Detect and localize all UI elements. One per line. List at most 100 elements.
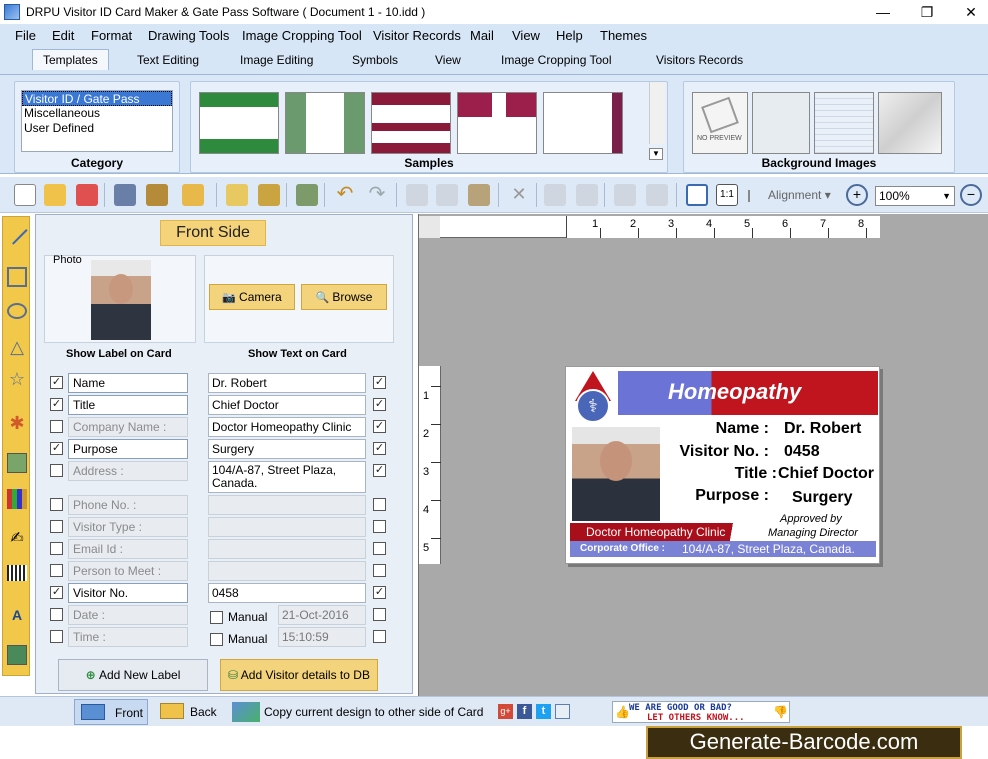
show-text-address-checkbox[interactable]: ✓ (373, 464, 386, 477)
restore-button[interactable]: ❐ (904, 0, 950, 24)
show-text-email-id-checkbox[interactable] (373, 542, 386, 555)
tab-symbols[interactable]: Symbols (352, 53, 398, 67)
show-text-company-name-checkbox[interactable]: ✓ (373, 420, 386, 433)
close-doc-icon[interactable] (76, 184, 98, 206)
show-text-phone-no-checkbox[interactable] (373, 498, 386, 511)
menu-drawing-tools[interactable]: Drawing Tools (148, 28, 229, 43)
value-phone-no-input[interactable] (208, 495, 366, 515)
show-text-visitor-no-checkbox[interactable]: ✓ (373, 586, 386, 599)
twitter-icon[interactable]: t (536, 704, 551, 719)
category-list[interactable]: Visitor ID / Gate Pass Miscellaneous Use… (21, 90, 173, 152)
open-icon[interactable] (44, 184, 66, 206)
save-as-icon[interactable] (146, 184, 168, 206)
label-time[interactable]: Time : (68, 627, 188, 647)
triangle-tool-icon[interactable]: △ (7, 337, 27, 357)
send-back-icon[interactable] (576, 184, 598, 206)
lock-icon[interactable] (614, 184, 636, 206)
feedback-banner[interactable]: 👍 WE ARE GOOD OR BAD? LET OTHERS KNOW...… (612, 701, 790, 723)
label-title[interactable]: Title (68, 395, 188, 415)
value-time-input[interactable]: 15:10:59 (278, 627, 366, 647)
tab-image-editing[interactable]: Image Editing (240, 53, 313, 67)
value-visitor-type-input[interactable] (208, 517, 366, 537)
value-person-to-meet-input[interactable] (208, 561, 366, 581)
id-card-preview[interactable]: ⚕ Homeopathy Name : Dr. Robert Visitor N… (565, 366, 880, 564)
label-purpose[interactable]: Purpose (68, 439, 188, 459)
print-icon[interactable] (296, 184, 318, 206)
sample-template[interactable] (371, 92, 451, 154)
new-icon[interactable] (14, 184, 36, 206)
label-company-name[interactable]: Company Name : (68, 417, 188, 437)
delete-icon[interactable]: ✕ (508, 184, 530, 206)
visitor-photo[interactable] (91, 260, 151, 340)
label-visitor-type[interactable]: Visitor Type : (68, 517, 188, 537)
image-icon[interactable] (258, 184, 280, 206)
text-tool-icon[interactable]: A (7, 605, 27, 625)
show-text-person-to-meet-checkbox[interactable] (373, 564, 386, 577)
background-no-preview[interactable]: NO PREVIEW (692, 92, 748, 154)
label-name[interactable]: Name (68, 373, 188, 393)
sample-template[interactable] (199, 92, 279, 154)
picture-tool-icon[interactable] (7, 453, 27, 473)
back-button[interactable]: Back (156, 699, 222, 725)
tab-image-cropping[interactable]: Image Cropping Tool (501, 53, 612, 67)
show-label-person-to-meet-checkbox[interactable] (50, 564, 63, 577)
edit-icon[interactable] (226, 184, 248, 206)
menu-format[interactable]: Format (91, 28, 132, 43)
tab-text-editing[interactable]: Text Editing (137, 53, 199, 67)
show-text-date-checkbox[interactable] (373, 608, 386, 621)
menu-edit[interactable]: Edit (52, 28, 74, 43)
copy-design-button[interactable]: Copy current design to other side of Car… (230, 699, 490, 725)
export-icon[interactable] (182, 184, 204, 206)
show-label-time-checkbox[interactable] (50, 630, 63, 643)
signature-tool-icon[interactable]: ✍ (7, 529, 27, 549)
copy-icon[interactable] (436, 184, 458, 206)
category-item[interactable]: Visitor ID / Gate Pass (22, 91, 172, 106)
sample-template[interactable] (543, 92, 623, 154)
label-email-id[interactable]: Email Id : (68, 539, 188, 559)
value-date-input[interactable]: 21-Oct-2016 (278, 605, 366, 625)
value-visitor-no-input[interactable]: 0458 (208, 583, 366, 603)
google-plus-icon[interactable]: g+ (498, 704, 513, 719)
paste-icon[interactable] (468, 184, 490, 206)
show-label-company-name-checkbox[interactable] (50, 420, 63, 433)
zoom-in-icon[interactable]: + (846, 184, 868, 206)
show-text-purpose-checkbox[interactable]: ✓ (373, 442, 386, 455)
library-tool-icon[interactable] (7, 489, 27, 509)
background-image[interactable] (752, 92, 810, 154)
tab-view[interactable]: View (435, 53, 461, 67)
value-email-id-input[interactable] (208, 539, 366, 559)
save-icon[interactable] (114, 184, 136, 206)
value-title-input[interactable]: Chief Doctor (208, 395, 366, 415)
browse-button[interactable]: 🔍 Browse (301, 284, 387, 310)
label-phone-no[interactable]: Phone No. : (68, 495, 188, 515)
front-button[interactable]: Front (74, 699, 148, 725)
unlock-icon[interactable] (646, 184, 668, 206)
rectangle-tool-icon[interactable] (7, 267, 27, 287)
value-name-input[interactable]: Dr. Robert (208, 373, 366, 393)
share-icon[interactable] (555, 704, 570, 719)
manual-date-checkbox[interactable] (210, 611, 223, 624)
tab-visitors-records[interactable]: Visitors Records (656, 53, 743, 67)
show-label-title-checkbox[interactable]: ✓ (50, 398, 63, 411)
menu-mail[interactable]: Mail (470, 28, 494, 43)
redo-icon[interactable]: ↷ (366, 184, 388, 206)
show-label-date-checkbox[interactable] (50, 608, 63, 621)
show-label-email-id-checkbox[interactable] (50, 542, 63, 555)
show-label-phone-no-checkbox[interactable] (50, 498, 63, 511)
bring-front-icon[interactable] (544, 184, 566, 206)
manual-time-checkbox[interactable] (210, 633, 223, 646)
close-button[interactable]: ✕ (948, 0, 988, 24)
menu-view[interactable]: View (512, 28, 540, 43)
undo-icon[interactable]: ↶ (334, 184, 356, 206)
show-text-visitor-type-checkbox[interactable] (373, 520, 386, 533)
show-label-purpose-checkbox[interactable]: ✓ (50, 442, 63, 455)
image-tool-icon[interactable] (7, 645, 27, 665)
zoom-select[interactable]: 100% ▼ (875, 186, 955, 206)
camera-button[interactable]: 📷 Camera (209, 284, 295, 310)
menu-file[interactable]: File (15, 28, 36, 43)
show-label-visitor-type-checkbox[interactable] (50, 520, 63, 533)
sample-template[interactable] (285, 92, 365, 154)
label-visitor-no[interactable]: Visitor No. (68, 583, 188, 603)
line-tool-icon[interactable] (6, 223, 28, 245)
label-address[interactable]: Address : (68, 461, 188, 481)
